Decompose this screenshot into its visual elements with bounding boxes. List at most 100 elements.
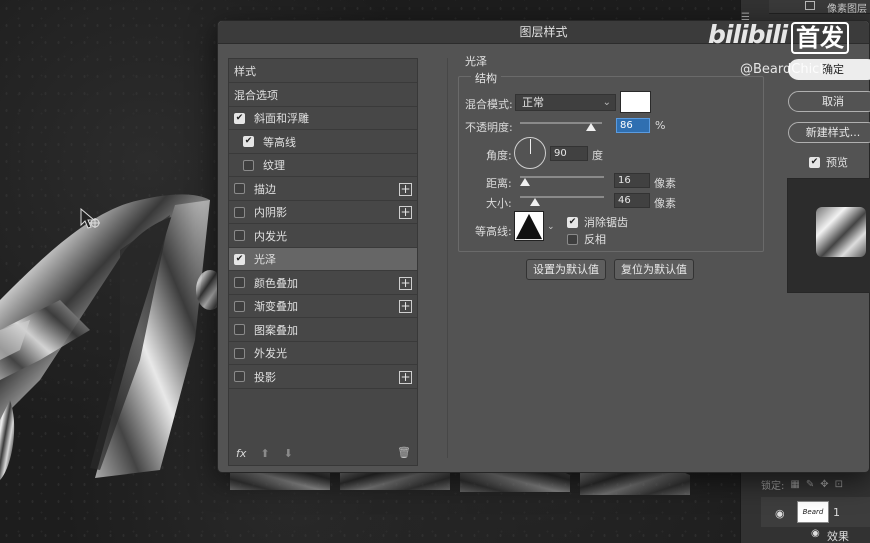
distance-unit: 像素 [654,177,676,190]
lock-position-icon[interactable]: ✥ [820,479,828,490]
style-checkbox[interactable]: ✔ [243,136,254,147]
layer-row-1[interactable]: ◉ Beard 1 [761,497,870,527]
style-list: 样式 混合选项 ✔ 斜面和浮雕 ✔ 等高线 纹理 描边 + 内阴影 + 内发光 ✔ 光泽 颜色叠加 + 渐变叠加… [228,58,418,466]
style-item[interactable]: 内发光 [229,225,417,248]
invert-row[interactable]: 反相 [567,231,606,247]
style-preview [787,178,870,293]
style-item[interactable]: 纹理 [229,154,417,177]
style-item-label: 描边 [254,182,276,196]
style-checkbox[interactable] [234,347,245,359]
effects-eye-icon[interactable]: ◉ [811,528,820,539]
style-item-label: 渐变叠加 [254,300,298,313]
lock-label: 锁定: [761,480,785,492]
distance-input[interactable]: 16 [614,173,650,188]
layer-row-top[interactable]: 像素图层 [769,0,870,15]
antialias-row[interactable]: ✔ 消除锯齿 [567,214,628,230]
invert-checkbox[interactable] [567,233,578,245]
antialias-label: 消除锯齿 [584,216,628,229]
blend-mode-select[interactable]: 正常 ⌄ [515,94,616,111]
effects-label: 效果 [827,530,849,543]
style-preview-swatch [816,207,866,257]
distance-slider-track[interactable] [520,176,604,178]
style-item[interactable]: 描边 + [229,178,417,201]
style-item[interactable]: 渐变叠加 + [229,295,417,318]
make-default-button[interactable]: 设置为默认值 [526,259,606,280]
fx-button[interactable]: fx [236,447,246,460]
lock-pixels-icon[interactable]: ▦ [790,479,799,490]
style-item-label: 纹理 [263,159,285,172]
style-item[interactable]: ✔ 光泽 [229,248,417,271]
distance-slider-thumb[interactable] [520,178,531,186]
style-item-label: 颜色叠加 [254,276,298,290]
style-item[interactable]: 外发光 [229,342,417,365]
blend-mode-value: 正常 [522,96,544,109]
opacity-unit: % [655,119,666,132]
visibility-eye-icon[interactable]: ◉ [775,507,785,520]
style-checkbox[interactable] [243,159,254,171]
style-item-label: 等高线 [263,135,296,149]
add-effect-button[interactable]: + [399,300,412,313]
angle-input[interactable]: 90 [550,146,588,161]
angle-label: 角度: [486,149,512,162]
divider [447,58,448,458]
style-checkbox[interactable]: ✔ [234,112,245,124]
add-effect-button[interactable]: + [399,276,412,290]
move-down-icon[interactable]: ⬇ [284,447,293,460]
size-input[interactable]: 46 [614,193,650,208]
angle-dial[interactable] [514,137,546,169]
style-checkbox[interactable] [234,371,245,382]
style-checkbox[interactable] [234,300,245,312]
contour-preview[interactable] [514,211,544,241]
style-item-label: 图案叠加 [254,323,298,337]
style-item-label: 内发光 [254,229,287,243]
style-item[interactable]: 投影 + [229,366,417,389]
structure-group-title: 结构 [471,70,501,86]
add-effect-button[interactable]: + [399,206,412,219]
opacity-label: 不透明度: [465,121,513,134]
style-checkbox[interactable] [234,206,245,218]
add-effect-button[interactable]: + [399,182,412,196]
effects-row[interactable]: ◉ 效果 [761,527,870,543]
top-layer-name: 像素图层 [827,4,867,15]
style-item[interactable]: ✔ 斜面和浮雕 [229,107,417,130]
preview-checkbox[interactable]: ✔ [809,156,820,168]
lock-artboard-icon[interactable]: ⊡ [835,479,843,490]
preview-row[interactable]: ✔ 预览 [809,154,848,170]
opacity-input[interactable]: 86 [616,118,650,133]
antialias-checkbox[interactable]: ✔ [567,216,578,228]
style-item[interactable]: 颜色叠加 + [229,272,417,295]
style-item-label: 外发光 [254,347,287,360]
style-item[interactable]: ✔ 等高线 [229,131,417,154]
style-checkbox[interactable] [234,183,245,194]
style-item-label: 斜面和浮雕 [254,112,309,125]
style-checkbox[interactable]: ✔ [234,253,245,265]
angle-unit: 度 [592,149,603,162]
add-effect-button[interactable]: + [399,370,412,384]
reset-default-button[interactable]: 复位为默认值 [614,259,694,280]
trash-icon[interactable]: 🗑 [397,446,411,459]
layer-style-dialog: 图层样式 样式 混合选项 ✔ 斜面和浮雕 ✔ 等高线 纹理 描边 + 内阴影 + 内发光 ✔ 光泽 颜色叠加… [217,20,870,473]
invert-label: 反相 [584,233,606,246]
watermark-tag: 首发 [791,22,849,54]
style-item[interactable]: 图案叠加 [229,319,417,342]
style-checkbox[interactable] [234,324,245,335]
style-checkbox[interactable] [234,230,245,241]
contour-chevron-icon[interactable]: ⌄ [547,222,555,232]
style-item-label: 样式 [234,65,256,78]
style-checkbox[interactable] [234,277,245,288]
style-item[interactable]: 混合选项 [229,84,417,107]
opacity-slider-thumb[interactable] [585,123,596,131]
layer-name[interactable]: 1 [833,506,840,519]
lock-paint-icon[interactable]: ✎ [806,479,814,490]
style-item-label: 光泽 [254,253,276,266]
satin-color-swatch[interactable] [620,91,651,113]
style-list-footer: fx ⬆ ⬇ 🗑 [229,441,417,465]
style-item[interactable]: 内阴影 + [229,201,417,224]
cancel-button[interactable]: 取消 [788,91,870,112]
watermark-user: @BeardChick [740,62,827,77]
distance-label: 距离: [486,177,512,190]
new-style-button[interactable]: 新建样式... [788,122,870,143]
size-slider-thumb[interactable] [530,198,541,206]
style-item[interactable]: 样式 [229,60,417,83]
move-up-icon[interactable]: ⬆ [260,447,269,460]
